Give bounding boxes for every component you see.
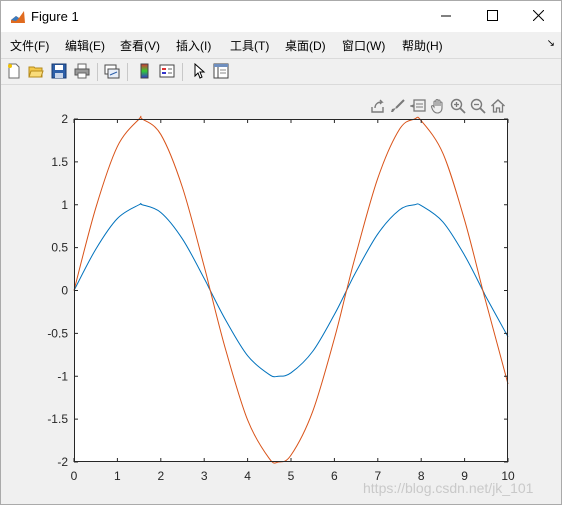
menu-bar: 文件(F) 编辑(E) 查看(V) 插入(I) 工具(T) 桌面(D) 窗口(W… bbox=[1, 34, 561, 56]
insert-legend-button[interactable] bbox=[157, 62, 177, 82]
watermark-text: https://blog.csdn.net/jk_101 bbox=[363, 480, 534, 496]
x-tick-label: 2 bbox=[157, 469, 164, 483]
save-icon bbox=[51, 63, 67, 82]
x-tick-label: 6 bbox=[331, 469, 338, 483]
menu-help[interactable]: 帮助(H) bbox=[402, 37, 443, 54]
property-inspector-button[interactable] bbox=[211, 62, 231, 82]
y-tick-label: 0.5 bbox=[51, 241, 68, 255]
new-figure-button[interactable] bbox=[4, 62, 24, 82]
line-chart[interactable]: 0 1 2 3 4 5 6 7 8 9 1021.510.50-0.5-1-1.5-2 bbox=[1, 86, 561, 504]
toolbar-separator bbox=[127, 63, 128, 81]
y-tick-label: -0.5 bbox=[47, 326, 68, 340]
property-inspector-icon bbox=[213, 63, 229, 82]
print-icon bbox=[74, 63, 90, 82]
new-figure-icon bbox=[6, 63, 22, 82]
insert-colorbar-button[interactable] bbox=[134, 62, 154, 82]
x-tick-label: 1 bbox=[114, 469, 121, 483]
menu-file[interactable]: 文件(F) bbox=[10, 37, 49, 54]
menu-window[interactable]: 窗口(W) bbox=[342, 37, 385, 54]
maximize-icon bbox=[486, 9, 498, 24]
plot-area[interactable] bbox=[74, 119, 508, 462]
y-tick-label: 0 bbox=[61, 284, 68, 298]
open-file-icon bbox=[28, 63, 44, 82]
insert-colorbar-icon bbox=[136, 63, 152, 82]
dock-arrow-icon[interactable]: ↘ bbox=[547, 38, 555, 49]
menu-desktop[interactable]: 桌面(D) bbox=[285, 37, 326, 54]
menu-insert[interactable]: 插入(I) bbox=[176, 37, 211, 54]
figure-window: Figure 1 文件(F) 编辑(E) 查看(V) 插入(I) 工具(T) 桌… bbox=[0, 0, 562, 505]
figure-toolbar bbox=[1, 58, 561, 85]
edit-plot-button[interactable] bbox=[189, 62, 209, 82]
matlab-logo-icon bbox=[10, 9, 26, 25]
close-button[interactable] bbox=[515, 1, 561, 32]
y-tick-label: 2 bbox=[61, 112, 68, 126]
link-plot-icon bbox=[104, 63, 120, 82]
minimize-button[interactable] bbox=[423, 1, 469, 32]
insert-legend-icon bbox=[159, 63, 175, 82]
y-tick-label: -1 bbox=[57, 369, 68, 383]
open-file-button[interactable] bbox=[26, 62, 46, 82]
menu-edit[interactable]: 编辑(E) bbox=[65, 37, 105, 54]
x-tick-label: 5 bbox=[288, 469, 295, 483]
toolbar-separator bbox=[97, 63, 98, 81]
y-tick-label: -1.5 bbox=[47, 412, 68, 426]
menu-tools[interactable]: 工具(T) bbox=[230, 37, 269, 54]
close-icon bbox=[532, 9, 544, 24]
toolbar-separator bbox=[182, 63, 183, 81]
y-tick-label: -2 bbox=[57, 455, 68, 469]
x-tick-label: 3 bbox=[201, 469, 208, 483]
menu-view[interactable]: 查看(V) bbox=[120, 37, 160, 54]
minimize-icon bbox=[440, 10, 452, 24]
y-tick-label: 1.5 bbox=[51, 155, 68, 169]
title-bar[interactable]: Figure 1 bbox=[1, 1, 561, 32]
maximize-button[interactable] bbox=[469, 1, 515, 32]
x-tick-label: 0 bbox=[71, 469, 78, 483]
print-button[interactable] bbox=[72, 62, 92, 82]
edit-plot-arrow-icon bbox=[191, 62, 207, 82]
save-button[interactable] bbox=[49, 62, 69, 82]
window-title: Figure 1 bbox=[31, 9, 79, 24]
x-tick-label: 4 bbox=[244, 469, 251, 483]
y-tick-label: 1 bbox=[61, 198, 68, 212]
link-plot-button[interactable] bbox=[102, 62, 122, 82]
